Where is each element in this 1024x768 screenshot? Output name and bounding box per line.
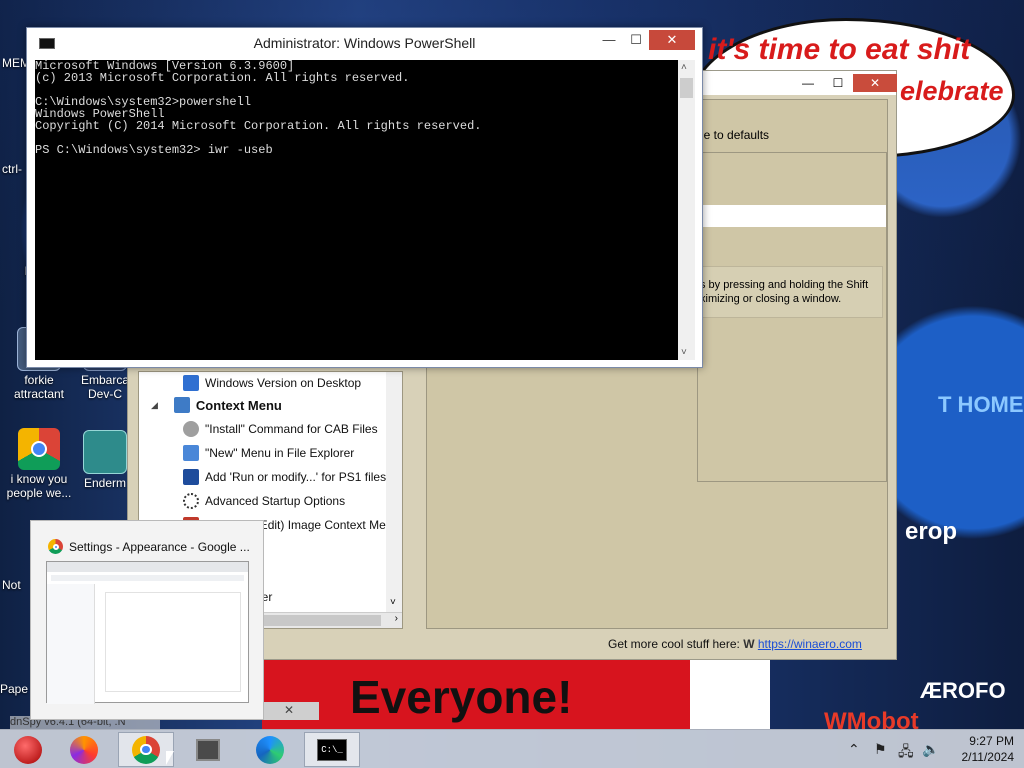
cab-icon <box>183 421 199 437</box>
shortcut-icon <box>83 430 127 474</box>
scroll-thumb[interactable] <box>680 78 693 98</box>
footer-text: Get more cool stuff here: <box>608 637 744 651</box>
thumbnail-content <box>105 592 241 692</box>
desktop-label-partial: Not <box>2 578 21 592</box>
tree-item-label: Context Menu <box>195 397 282 413</box>
tree-item-new-menu[interactable]: "New" Menu in File Explorer <box>183 442 354 464</box>
powershell-titlebar[interactable]: Administrator: Windows PowerShell — ☐ ✕ <box>27 28 702 58</box>
desktop-icon-label: i know you people we... <box>6 472 72 500</box>
thumbnail-addressbar <box>51 575 244 581</box>
desktop-label-partial: Pape <box>0 682 29 696</box>
maximize-button[interactable]: ☐ <box>622 30 650 50</box>
desktop-icon-label: forkie attractant <box>13 373 65 401</box>
console-line: (c) 2013 Microsoft Corporation. All righ… <box>35 71 410 85</box>
speech-text-line2: elebrate <box>900 76 1004 106</box>
minimize-button[interactable]: — <box>595 30 623 50</box>
tree-item-label: "Install" Command for CAB Files <box>205 422 378 436</box>
expand-arrow-icon[interactable]: ◢ <box>151 400 158 411</box>
tree-item-label: Windows Version on Desktop <box>205 376 362 390</box>
background-window-edge: ✕ <box>264 702 319 720</box>
scroll-up-arrow-icon[interactable]: ˄ <box>681 62 687 73</box>
poster-white-panel <box>690 660 770 730</box>
tree-item-label: Advanced Startup Options <box>205 494 346 508</box>
task-view-icon <box>196 738 220 761</box>
clock-time: 9:27 PM <box>969 734 1014 748</box>
system-clock[interactable]: 9:27 PM 2/11/2024 <box>962 733 1015 765</box>
wallpaper-text-aerofo: ÆROFO <box>920 678 1006 703</box>
mouse-cursor-icon <box>166 751 174 765</box>
tree-item-context-menu[interactable]: ◢ Context Menu <box>151 394 282 416</box>
chrome-icon <box>48 539 63 554</box>
action-center-flag-icon[interactable]: ⚑ <box>874 741 887 758</box>
thumbnail-tabbar <box>47 562 248 572</box>
start-orb-icon <box>14 735 42 764</box>
taskbar-task-view[interactable] <box>180 732 236 767</box>
scroll-down-arrow-icon[interactable]: ˅ <box>390 597 396 608</box>
vertical-scrollbar[interactable]: ˅ <box>386 372 402 612</box>
taskbar-firefox[interactable] <box>56 732 112 767</box>
console-output[interactable]: Microsoft Windows [Version 6.3.9600] (c)… <box>35 60 678 360</box>
tree-item-label: Add 'Run or modify...' for PS1 files <box>205 470 387 484</box>
taskbar-powershell[interactable]: C:\_ <box>304 732 360 767</box>
taskbar-edge[interactable] <box>242 732 298 767</box>
wallpaper-text-home: T HOME <box>938 392 1024 417</box>
context-menu-icon <box>173 397 190 413</box>
settings-input-field[interactable] <box>698 205 886 227</box>
console-line: Copyright (C) 2014 Microsoft Corporation… <box>35 119 482 133</box>
firefox-icon <box>70 735 98 764</box>
scroll-down-arrow-icon[interactable]: ˅ <box>681 347 687 358</box>
description-box: s by pressing and holding the Shift ximi… <box>697 266 883 318</box>
tree-item-advanced-startup[interactable]: Advanced Startup Options <box>183 490 345 512</box>
preview-thumbnail[interactable] <box>46 561 249 704</box>
network-icon[interactable]: 🖧 <box>898 741 914 765</box>
maximize-button[interactable]: ☐ <box>823 74 853 92</box>
restore-defaults-link[interactable]: ge to defaults <box>697 128 769 142</box>
wallpaper-text-erop: erop <box>905 518 958 545</box>
chrome-icon <box>132 735 160 764</box>
description-line2: ximizing or closing a window. <box>700 293 842 305</box>
footer: Get more cool stuff here: W https://wina… <box>608 637 862 651</box>
powershell-window[interactable]: Administrator: Windows PowerShell — ☐ ✕ … <box>26 27 703 368</box>
clock-date: 2/11/2024 <box>961 750 1015 764</box>
desktop-icon-chrome-shortcut[interactable]: i know you people we... <box>4 428 74 500</box>
preview-title: Settings - Appearance - Google ... <box>69 540 250 554</box>
taskbar: C:\_ ⌃ ⚑ 🖧 🔈 9:27 PM 2/11/2024 <box>0 729 1024 768</box>
start-button[interactable] <box>0 732 56 767</box>
description-line1: s by pressing and holding the Shift <box>700 279 869 291</box>
show-hidden-icons-chevron-icon[interactable]: ⌃ <box>848 741 860 758</box>
close-button[interactable]: ✕ <box>649 30 695 50</box>
speech-text-line1: it's time to eat shit <box>708 33 971 66</box>
volume-muted-icon[interactable]: 🔈 <box>922 741 939 758</box>
winaero-link[interactable]: https://winaero.com <box>758 637 862 651</box>
tree-item-windows-version[interactable]: Windows Version on Desktop <box>183 372 361 394</box>
scroll-thumb[interactable] <box>261 615 381 626</box>
powershell-icon <box>183 469 199 485</box>
console-icon: C:\_ <box>317 738 347 761</box>
vertical-scrollbar[interactable]: ˄ ˅ <box>678 60 695 360</box>
thumbnail-sidebar <box>47 584 95 704</box>
taskbar-preview-chrome[interactable]: Settings - Appearance - Google ... <box>30 520 264 720</box>
minimize-button[interactable]: — <box>793 74 823 92</box>
tree-item-install-cab[interactable]: "Install" Command for CAB Files <box>183 418 378 440</box>
monitor-icon <box>183 375 199 391</box>
tree-item-label: "New" Menu in File Explorer <box>205 446 355 460</box>
startup-icon <box>183 493 199 509</box>
poster-banner: Everyone! <box>262 660 762 730</box>
scroll-right-arrow-icon[interactable]: › <box>395 613 398 624</box>
close-button[interactable]: ✕ <box>853 74 897 92</box>
poster-text: Everyone! <box>350 671 573 723</box>
console-prompt-line[interactable]: PS C:\Windows\system32> iwr -useb <box>35 144 678 156</box>
tree-item-run-ps1[interactable]: Add 'Run or modify...' for PS1 files <box>183 466 386 488</box>
close-icon[interactable]: ✕ <box>284 703 294 717</box>
winaero-logo-icon: W <box>743 637 755 651</box>
edge-icon <box>256 735 284 764</box>
chrome-icon <box>18 428 60 470</box>
context-menu-icon <box>183 445 199 461</box>
